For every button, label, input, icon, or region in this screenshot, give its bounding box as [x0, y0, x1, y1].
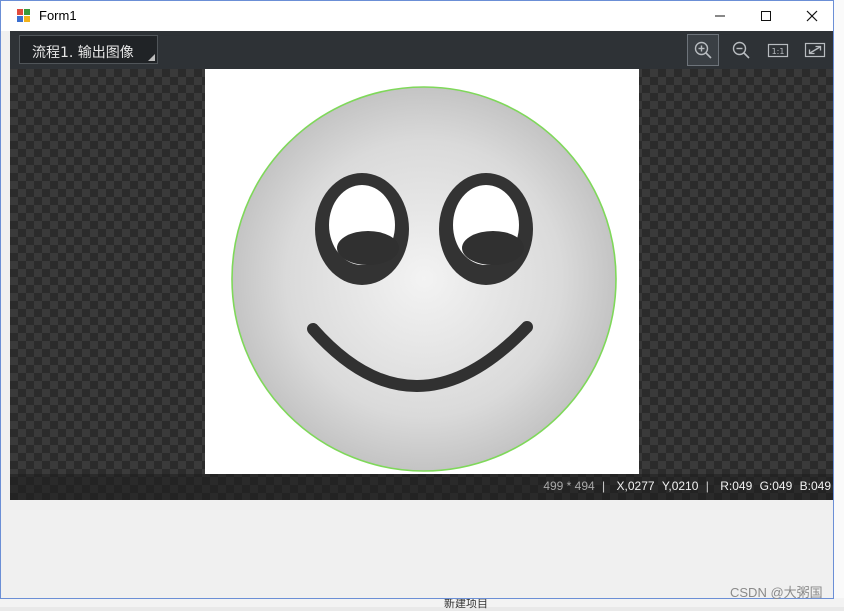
fit-window-button[interactable] [799, 34, 831, 66]
fit-window-icon [804, 42, 826, 58]
pixel-g-readout: G:049 [759, 479, 793, 493]
cursor-x-readout: X,0277 [616, 479, 655, 493]
zoom-out-icon [732, 41, 750, 59]
zoom-in-button[interactable] [687, 34, 719, 66]
actual-size-label: 1:1 [772, 47, 785, 56]
face-circle [231, 86, 617, 472]
maximize-icon [761, 11, 771, 21]
smiley-face-image [231, 86, 617, 472]
pixel-b-readout: B:049 [799, 479, 831, 493]
image-viewer[interactable]: 流程1. 输出图像 1:1 499 * 494 | X,0277 Y,0210 … [10, 31, 833, 500]
cursor-y-readout: Y,0210 [661, 479, 699, 493]
right-eye [439, 173, 533, 285]
window-title: Form1 [39, 8, 77, 23]
zoom-in-icon [694, 41, 712, 59]
flow-selector-label: 流程1. 输出图像 [32, 45, 134, 61]
close-button[interactable] [789, 1, 835, 31]
image-size-readout: 499 * 494 [543, 479, 595, 493]
watermark: CSDN @大粥国 [730, 585, 823, 600]
actual-size-icon: 1:1 [767, 43, 789, 58]
left-eye [315, 173, 409, 285]
flow-selector[interactable]: 流程1. 输出图像 [19, 35, 158, 64]
output-image [205, 69, 639, 474]
zoom-out-button[interactable] [725, 34, 757, 66]
title-bar[interactable]: Form1 [1, 1, 833, 31]
close-icon [806, 10, 818, 22]
minimize-button[interactable] [697, 1, 743, 31]
actual-size-button[interactable]: 1:1 [762, 34, 794, 66]
image-canvas[interactable]: 499 * 494 | X,0277 Y,0210 | R:049 G:049 … [10, 69, 833, 500]
viewer-toolbar: 流程1. 输出图像 1:1 [10, 31, 833, 69]
maximize-button[interactable] [743, 1, 789, 31]
app-icon [17, 9, 31, 23]
dropdown-corner-icon [148, 54, 155, 61]
viewer-status-bar: 499 * 494 | X,0277 Y,0210 | R:049 G:049 … [10, 474, 833, 500]
pixel-r-readout: R:049 [720, 479, 753, 493]
background-app-bottom: 新建项目 [0, 597, 844, 610]
minimize-icon [715, 15, 725, 17]
form-window: Form1 流程1. 输出图像 1:1 499 * 494 | X,0277 Y… [0, 0, 834, 599]
